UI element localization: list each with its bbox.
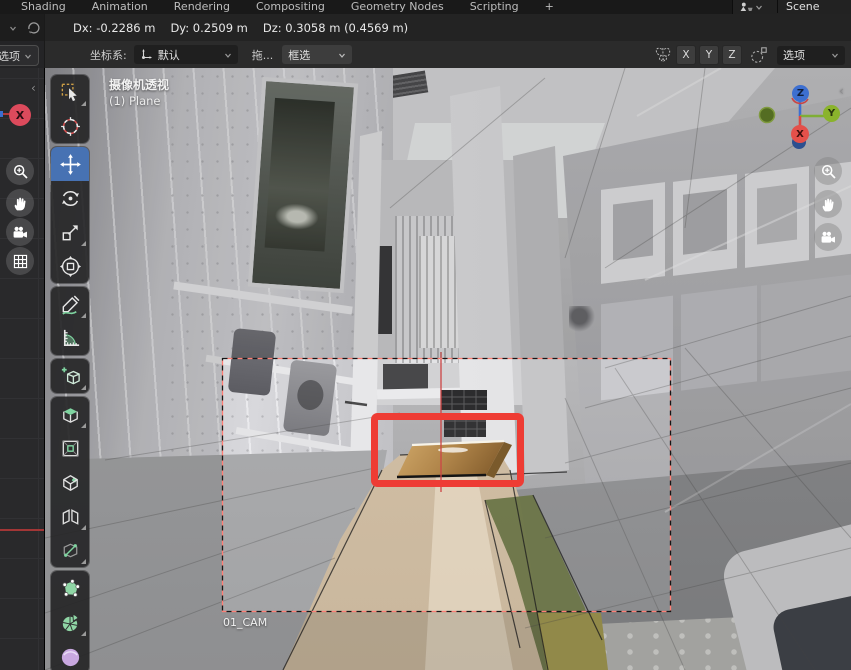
- collapse-arrow-icon[interactable]: ‹: [31, 81, 36, 95]
- zoom-icon[interactable]: [814, 157, 842, 185]
- left-viewport-strip[interactable]: X ‹: [0, 68, 45, 670]
- view-mode-label: 摄像机透视: [109, 76, 169, 93]
- active-object-label: (1) Plane: [109, 94, 161, 108]
- chevron-down-icon: [224, 51, 232, 59]
- camera-name-label: 01_CAM: [223, 616, 267, 629]
- orientation-axes-icon: [140, 48, 153, 61]
- workspace-tabs: ShadingAnimationRenderingCompositingGeom…: [8, 0, 567, 14]
- scene-name[interactable]: Scene: [777, 0, 851, 13]
- wood-plank: [397, 441, 512, 478]
- navigation-gizmo[interactable]: Z Y X: [745, 76, 851, 160]
- axis-toggle-z[interactable]: Z: [722, 45, 742, 65]
- tab-animation[interactable]: Animation: [79, 0, 161, 14]
- spin-icon[interactable]: [51, 605, 89, 639]
- left-editor-header: [0, 14, 44, 41]
- tab-compositing[interactable]: Compositing: [243, 0, 338, 14]
- transform-status-bar: Dx: -0.2286 m Dy: 0.2509 m Dz: 0.3058 m …: [45, 14, 851, 42]
- left-options-button[interactable]: 选项: [0, 45, 39, 66]
- measure-icon[interactable]: [51, 321, 89, 355]
- cursor-icon[interactable]: [51, 109, 89, 143]
- dx-value: Dx: -0.2286 m: [73, 21, 155, 35]
- scene-overlay: [45, 68, 851, 670]
- chevron-down-icon: [338, 51, 346, 59]
- tool-settings-row: 选项 坐标系: 默认 拖... 框选: [0, 41, 851, 68]
- chevron-down-icon: [755, 3, 763, 11]
- tab-scripting[interactable]: Scripting: [457, 0, 532, 14]
- grid-ortho-icon[interactable]: [6, 247, 34, 275]
- dz-value: Dz: 0.3058 m (0.4569 m): [263, 21, 408, 35]
- move-icon[interactable]: [51, 147, 89, 181]
- drag-label: 拖...: [252, 47, 274, 63]
- camera-view-icon[interactable]: [6, 218, 34, 246]
- poly-build-icon[interactable]: [51, 571, 89, 605]
- select-mode-value: 框选: [288, 47, 310, 63]
- main-area: X ‹: [0, 68, 851, 670]
- left-options-label: 选项: [0, 48, 20, 64]
- extrude-icon[interactable]: [51, 397, 89, 431]
- pan-hand-icon[interactable]: [814, 190, 842, 218]
- dy-value: Dy: 0.2509 m: [170, 21, 247, 35]
- y-axis-tip: [0, 111, 3, 117]
- rotate-icon[interactable]: [51, 181, 89, 215]
- orientation-value: 默认: [158, 47, 180, 63]
- tab-+[interactable]: +: [532, 0, 567, 14]
- tool-settings-header: 坐标系: 默认 拖... 框选 XYZ: [45, 41, 851, 69]
- chevron-down-icon: [24, 52, 32, 60]
- gizmo-x-ball[interactable]: X: [791, 125, 809, 143]
- camera-view-icon[interactable]: [814, 223, 842, 251]
- chevron-down-icon: [831, 51, 839, 59]
- smooth-icon[interactable]: [51, 639, 89, 670]
- loop-cut-icon[interactable]: [51, 499, 89, 533]
- inset-faces-icon[interactable]: [51, 431, 89, 465]
- add-cube-icon[interactable]: [51, 359, 89, 393]
- topbar: ShadingAnimationRenderingCompositingGeom…: [0, 0, 851, 14]
- annotate-icon[interactable]: [51, 287, 89, 321]
- tweak-select-icon[interactable]: [51, 75, 89, 109]
- orientation-label: 坐标系:: [90, 47, 127, 63]
- tab-geometry-nodes[interactable]: Geometry Nodes: [338, 0, 457, 14]
- status-row: Dx: -0.2286 m Dy: 0.2509 m Dz: 0.3058 m …: [0, 14, 851, 41]
- editor-dropdown-chevron-icon[interactable]: [9, 24, 17, 32]
- axis-toggle-x[interactable]: X: [676, 45, 696, 65]
- tab-rendering[interactable]: Rendering: [161, 0, 243, 14]
- viewport-toolbar: [51, 75, 89, 670]
- grid-x-axis-line: [0, 529, 44, 531]
- 3d-viewport[interactable]: 摄像机透视 (1) Plane 01_CAM ‹ Z Y X: [45, 68, 851, 670]
- gizmo-y-ball[interactable]: Y: [823, 105, 840, 122]
- bevel-icon[interactable]: [51, 465, 89, 499]
- symmetry-icon[interactable]: [653, 46, 673, 64]
- orientation-dropdown[interactable]: 默认: [134, 45, 238, 64]
- gizmo-z-ball[interactable]: Z: [792, 85, 809, 102]
- pan-hand-icon[interactable]: [6, 189, 34, 217]
- scene-icon: [739, 1, 755, 13]
- zoom-icon[interactable]: [6, 157, 34, 185]
- scale-icon[interactable]: [51, 215, 89, 249]
- gizmo-toggle-icon[interactable]: [26, 20, 41, 35]
- blender-window: ShadingAnimationRenderingCompositingGeom…: [0, 0, 851, 670]
- options-label: 选项: [783, 47, 805, 63]
- axis-toggle-y[interactable]: Y: [699, 45, 719, 65]
- camera-passepartout: [45, 68, 851, 670]
- left-viewport-header: 选项: [0, 41, 44, 68]
- options-dropdown[interactable]: 选项: [777, 46, 845, 65]
- transform-icon[interactable]: [51, 249, 89, 283]
- scene-selector[interactable]: Scene: [732, 0, 851, 14]
- gizmo-x-ball[interactable]: X: [9, 104, 31, 126]
- tab-shading[interactable]: Shading: [8, 0, 79, 14]
- select-mode-dropdown[interactable]: 框选: [282, 45, 352, 64]
- proportional-falloff-icon[interactable]: [749, 46, 769, 64]
- knife-icon[interactable]: [51, 533, 89, 567]
